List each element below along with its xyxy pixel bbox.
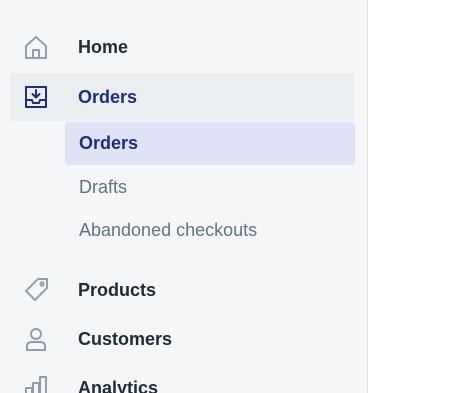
- sidebar-item-label: Customers: [78, 328, 173, 349]
- orders-inbox-icon: [22, 83, 50, 111]
- bar-chart-icon: [22, 374, 50, 393]
- sidebar-item-customers[interactable]: Customers: [10, 315, 354, 363]
- sidebar-item-label: Products: [78, 279, 157, 300]
- person-icon: [22, 325, 50, 353]
- sidebar-item-label: Home: [78, 36, 129, 57]
- subnav-item-label: Drafts: [79, 177, 128, 197]
- sidebar-item-analytics[interactable]: Analytics: [10, 364, 354, 393]
- tag-icon: [22, 276, 50, 304]
- subnav-item-drafts[interactable]: Drafts: [65, 166, 355, 209]
- sidebar-nav: Home Orders Orders Drafts Abandoned chec…: [0, 0, 368, 393]
- subnav-item-label: Abandoned checkouts: [79, 220, 258, 240]
- app-frame: Home Orders Orders Drafts Abandoned chec…: [0, 0, 471, 393]
- subnav-item-orders[interactable]: Orders: [65, 122, 355, 165]
- subnav-item-abandoned-checkouts[interactable]: Abandoned checkouts: [65, 209, 355, 252]
- home-icon: [22, 33, 50, 61]
- sidebar-item-products[interactable]: Products: [10, 266, 354, 314]
- sidebar-item-orders[interactable]: Orders: [10, 73, 354, 121]
- sidebar-item-label: Orders: [78, 86, 138, 107]
- main-content: [369, 0, 471, 393]
- subnav-item-label: Orders: [79, 133, 139, 153]
- sidebar-item-home[interactable]: Home: [10, 23, 354, 71]
- sidebar-item-label: Analytics: [78, 377, 159, 393]
